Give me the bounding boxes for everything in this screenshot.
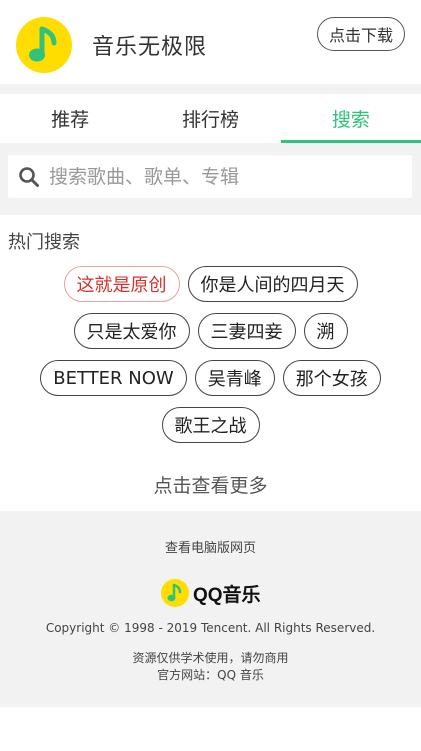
more-link[interactable]: 点击查看更多 (0, 471, 421, 498)
search-input[interactable] (49, 165, 399, 188)
hot-search-tags: 这就是原创 你是人间的四月天 只是太爱你 三妻四妾 溯 BETTER NOW 吴… (0, 266, 421, 454)
hot-tag[interactable]: 这就是原创 (63, 266, 180, 302)
pc-version-link[interactable]: 查看电脑版网页 (0, 537, 421, 556)
hot-tag[interactable]: 那个女孩 (282, 360, 381, 396)
tag-row: 只是太爱你 三妻四妾 溯 (0, 313, 421, 349)
footer: 查看电脑版网页 QQ音乐 Copyright © 1998 - 2019 Ten… (0, 511, 421, 707)
tab-recommend[interactable]: 推荐 (0, 94, 140, 143)
tag-row: 这就是原创 你是人间的四月天 (0, 266, 421, 302)
hot-tag[interactable]: 只是太爱你 (73, 313, 190, 349)
app-header: 音乐无极限 点击下载 (0, 0, 421, 84)
divider (0, 84, 421, 94)
app-name: 音乐无极限 (92, 35, 208, 60)
tag-row: 歌王之战 (0, 407, 421, 443)
tab-search[interactable]: 搜索 (280, 94, 421, 143)
hot-tag[interactable]: 歌王之战 (161, 407, 260, 443)
copyright-text: Copyright © 1998 - 2019 Tencent. All Rig… (45, 621, 376, 635)
hot-tag[interactable]: 你是人间的四月天 (187, 266, 358, 302)
hot-tag[interactable]: 溯 (303, 313, 348, 349)
tab-bar: 推荐 排行榜 搜索 (0, 94, 421, 143)
qq-music-icon (161, 579, 189, 607)
download-button[interactable]: 点击下载 (317, 17, 405, 51)
hot-tag[interactable]: 三妻四妾 (197, 313, 296, 349)
qq-music-logo: QQ音乐 (161, 578, 261, 608)
search-box[interactable] (8, 155, 412, 198)
brand-text: QQ音乐 (193, 584, 261, 606)
app-logo-icon (16, 17, 72, 73)
tab-ranking[interactable]: 排行榜 (140, 94, 280, 143)
tag-row: BETTER NOW 吴青峰 那个女孩 (0, 360, 421, 396)
search-icon (19, 166, 39, 187)
hot-search-title: 热门搜索 (8, 232, 80, 253)
hot-tag[interactable]: BETTER NOW (40, 360, 187, 396)
disclaimer-text: 资源仅供学术使用，请勿商用 (132, 651, 289, 665)
hot-tag[interactable]: 吴青峰 (194, 360, 275, 396)
official-site-text: 官方网站：QQ 音乐 (157, 668, 264, 682)
search-area (0, 143, 421, 215)
